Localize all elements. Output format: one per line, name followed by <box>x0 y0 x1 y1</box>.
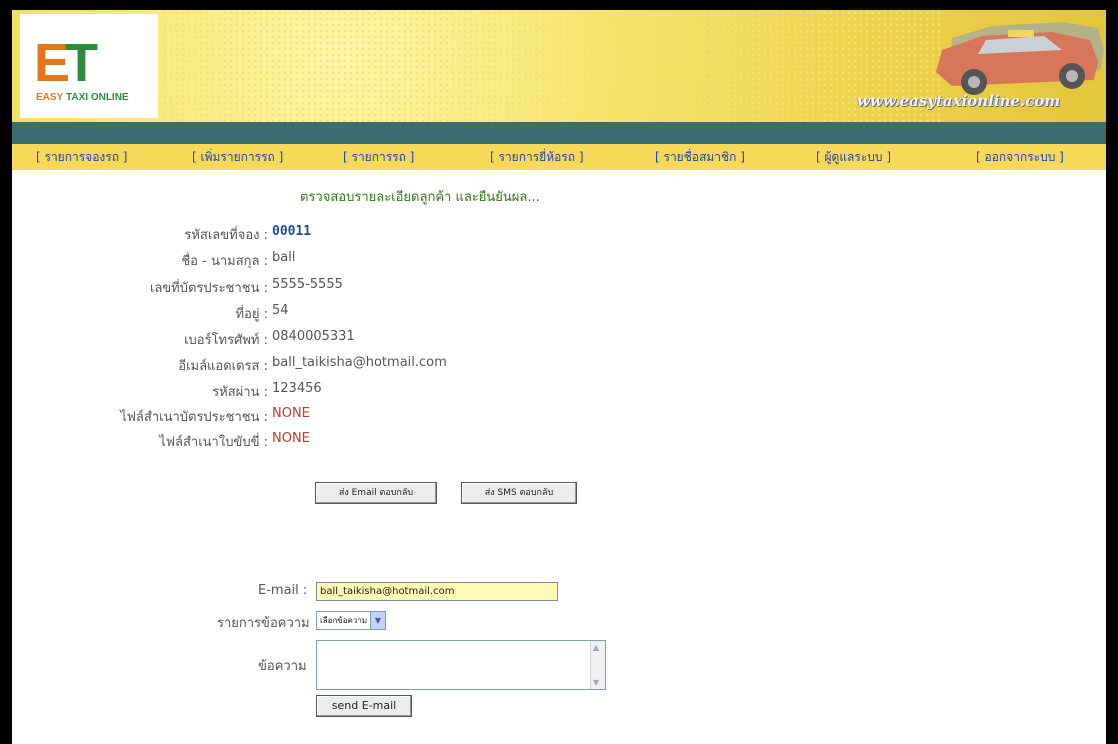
nav-add-car[interactable]: [ เพิ่มรายการรถ ] <box>192 148 283 167</box>
logo-letter-e: E <box>34 33 70 93</box>
header-divider-bar <box>12 122 1106 144</box>
message-select[interactable]: เลือกข้อความ ▼ <box>316 611 386 630</box>
nav-car-brands[interactable]: [ รายการยี่ห้อรถ ] <box>490 148 584 167</box>
address-value: 54 <box>272 303 289 318</box>
password-value: 123456 <box>272 381 322 396</box>
site-logo: E T EASY TAXI ONLINE <box>20 14 158 118</box>
form-email-label: E-mail : <box>258 583 308 598</box>
logo-word-easy: EASY <box>36 92 64 103</box>
window-frame-left <box>0 0 12 744</box>
message-textarea[interactable]: ▲ ▼ <box>316 640 606 690</box>
logo-letter-t: T <box>65 33 98 93</box>
window-frame-right <box>1106 0 1118 744</box>
id-card-label: เลขที่บัตรประชาชน : <box>149 281 268 296</box>
site-url: www.easytaxionline.com <box>857 92 1061 110</box>
email-input[interactable] <box>316 582 558 601</box>
license-copy-value: NONE <box>272 431 310 446</box>
textarea-scrollbar[interactable]: ▲ ▼ <box>590 641 605 689</box>
name-value: ball <box>272 250 296 265</box>
nav-car-list[interactable]: [ รายการรถ ] <box>343 148 414 167</box>
nav-logout[interactable]: [ ออกจากระบบ ] <box>976 148 1064 167</box>
nav-bookings[interactable]: [ รายการจองรถ ] <box>36 148 127 167</box>
page-title: ตรวจสอบรายละเอียดลูกค้า และยืนยันผล... <box>300 190 540 205</box>
id-copy-label: ไฟล์สำเนาบัตรประชาชน : <box>120 410 268 425</box>
banner-pattern <box>162 10 942 122</box>
window-frame-top <box>0 0 1118 10</box>
scroll-up-icon[interactable]: ▲ <box>593 643 599 652</box>
booking-id-label: รหัสเลขที่จอง : <box>184 228 268 243</box>
scroll-down-icon[interactable]: ▼ <box>593 678 599 687</box>
id-copy-value: NONE <box>272 406 310 421</box>
message-select-value: เลือกข้อความ <box>320 616 368 625</box>
license-copy-label: ไฟล์สำเนาใบขับขี่ : <box>159 435 268 450</box>
logo-wordmark: EASY TAXI ONLINE <box>36 92 129 103</box>
phone-label: เบอร์โทรศัพท์ : <box>184 333 268 348</box>
send-email-button[interactable]: send E-mail <box>316 695 412 717</box>
booking-id-value: 00011 <box>272 224 312 239</box>
message-list-label: รายการข้อความ <box>217 616 310 631</box>
send-email-reply-button[interactable]: ส่ง Email ตอบกลับ <box>315 482 437 504</box>
id-card-value: 5555-5555 <box>272 277 343 292</box>
header-banner: E T EASY TAXI ONLINE www.easytaxionline.… <box>12 10 1106 122</box>
logo-word-rest: TAXI ONLINE <box>63 92 129 103</box>
email-label: อีเมล์แอดเดรส : <box>178 359 268 374</box>
phone-value: 0840005331 <box>272 329 355 344</box>
email-value: ball_taikisha@hotmail.com <box>272 355 447 370</box>
chevron-down-icon[interactable]: ▼ <box>370 612 385 629</box>
password-label: รหัสผ่าน : <box>212 385 268 400</box>
name-label: ชื่อ - นามสกุล : <box>181 254 268 269</box>
nav-admin[interactable]: [ ผู้ดูแลระบบ ] <box>816 148 891 167</box>
nav-members[interactable]: [ รายชื่อสมาชิก ] <box>655 148 745 167</box>
main-nav: [ รายการจองรถ ] [ เพิ่มรายการรถ ] [ รายก… <box>12 144 1106 170</box>
address-label: ที่อยู่ : <box>235 307 268 322</box>
send-sms-reply-button[interactable]: ส่ง SMS ตอบกลับ <box>461 482 577 504</box>
message-label: ข้อความ <box>258 659 307 674</box>
